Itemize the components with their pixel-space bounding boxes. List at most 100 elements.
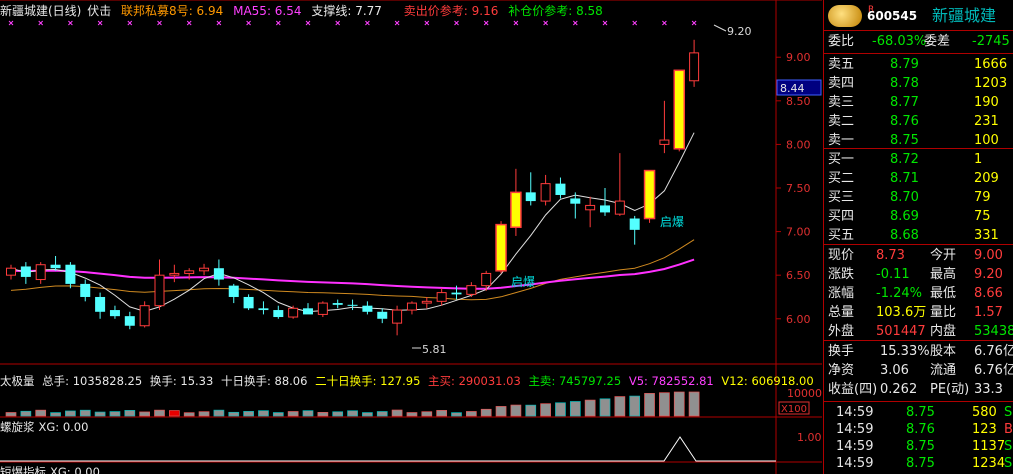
volume-ten-day-value: 88.06 [274,374,308,388]
bid-row: 买二 8.71 209 [824,168,1013,189]
stock-title: 新疆城建(日线) [0,4,82,18]
ask-row: 卖五 8.79 1666 [824,54,1013,75]
candle-body-down [273,310,284,318]
indicator3-label: XG [50,465,67,474]
buy-ref-label-text: 补仓价参考 [508,4,569,18]
ask-row: 卖二 8.76 231 [824,111,1013,132]
volume-main-buy-value: 290031.03 [458,374,521,388]
candle-body-down [629,218,640,230]
tick-list[interactable]: 14:59 8.75 580 S 14:59 8.76 123 B 14:59 8.75 1137 S… [824,402,1013,474]
volume-twenty-day-value: 127.95 [380,374,421,388]
finance-list: 换手 15.33% 股本 6.76亿 净资 3.06 流通 6.76亿 收益(四) 0.262 PE… [824,341,1013,401]
candlesticks[interactable] [6,39,700,336]
candle-body-down [80,283,91,297]
volume-main-buy: 主买: 290031.03 [428,374,521,388]
ask-price: 8.78 [890,76,919,91]
volume-bar [169,410,180,417]
finance-value-2: 6.76亿 [974,344,1013,359]
stat-value-2: 1.57 [974,305,1003,320]
candle-body-up [199,267,210,272]
price-axis-label: 9.00 [786,51,811,64]
candle-body-down [332,303,343,305]
moving-averages [10,132,695,313]
indicator2-axis: 1.00 [797,431,822,444]
finance-value: 3.06 [880,363,909,378]
high-price-label: 9.20 [727,25,752,38]
signal-x-marker [127,20,133,26]
indicator2-value: 0.00 [62,420,89,434]
ask-price: 8.76 [890,114,919,129]
indicator2-name[interactable]: 螺旋浆 [0,420,35,434]
volume-bar [599,398,611,417]
weibi-row: 委比 -68.03% 委差 -2745 [824,31,1013,52]
stat-value: 501447 [876,324,926,339]
indicator3-legend: 短爆指标 XG: 0.00 [0,464,106,474]
stat-row: 现价 8.73 今开 9.00 [824,245,1013,266]
indicator3-name[interactable]: 短爆指标 [0,465,46,474]
candle-body-down [570,198,581,204]
volume-bar [659,392,670,417]
candle-body-breakout [673,69,685,150]
signal-x-marker [8,20,14,26]
logo-icon [828,5,862,27]
volume-bar [94,411,106,417]
formula-mode[interactable]: 伏击 [87,4,111,18]
volume-bar [376,411,388,417]
candle-body-down [362,305,373,312]
bid-price: 8.68 [890,228,919,243]
volume-twenty-day-label: 二十日换手 [315,374,373,388]
price-axis-label: 6.50 [786,269,811,282]
candle-body-down [50,264,61,269]
candle-body-down [303,308,313,315]
volume-indicator-name[interactable]: 太极量 [0,374,35,388]
bid-row: 买一 8.72 1 [824,149,1013,170]
ask-volume: 190 [974,95,999,110]
candle-body-up [421,300,432,304]
volume-total-value: 1035828.25 [72,374,143,388]
ma-orange-line [10,239,695,301]
high-price-pointer [713,24,727,32]
volume-twenty-day: 二十日换手: 127.95 [315,374,421,388]
signal-x-marker [483,20,489,26]
ma55-value: 6.54 [274,4,302,18]
kline-chart-area[interactable]: 9.00 8.50 8.00 7.50 7.00 6.50 6.00 8.44 9.20 5… [0,0,822,474]
volume-bar [688,391,700,417]
price-axis-label: 7.50 [786,182,811,195]
candle-body-down [20,266,31,277]
volume-v12-label: V12 [721,374,744,388]
volume-bar [347,410,358,417]
signal-x-marker [335,20,341,26]
volume-ten-day: 十日换手: 88.06 [220,374,308,388]
volume-total: 总手: 1035828.25 [42,374,143,388]
price-axis-label: 6.00 [786,313,811,326]
signal-x-marker [365,20,370,26]
signal-x-marker [602,20,608,26]
candle-body-breakout [495,223,507,272]
volume-turnover-value: 15.33 [180,374,214,388]
signal-x-marker [394,20,400,26]
candle-body-up [659,139,670,145]
volume-axis-unit: X100 [781,404,807,415]
ind1-label-text: 联邦私募8号 [121,4,189,18]
volume-bar [540,403,551,417]
volume-main-sell-value: 745797.25 [558,374,622,388]
candle-body-up [585,204,596,211]
volume-bars[interactable] [5,391,700,417]
buy-ref-value: 8.58 [576,4,603,18]
signal-x-marker [454,20,459,26]
candle-body-up [540,183,551,202]
kline-chart-svg[interactable]: 9.00 8.50 8.00 7.50 7.00 6.50 6.00 8.44 9.20 5… [0,0,822,474]
bid-price: 8.70 [890,190,919,205]
indicator2-legend: 螺旋浆 XG: 0.00 [0,420,89,434]
candle-body-down [555,183,566,195]
volume-total-label: 总手 [42,374,66,388]
volume-bar [332,411,344,417]
ind1-label: 联邦私募8号: 6.94 [121,4,224,18]
stat-value-2: 9.00 [974,248,1003,263]
finance-label: 净资 [828,363,855,378]
bid-list: 买一 8.72 1 买二 8.71 209 买三 8.70 79 买四 8.69 75 买五 8.68 33… [824,149,1013,244]
stat-value: -1.24% [876,286,922,301]
candle-body-up [139,305,150,327]
finance-row: 净资 3.06 流通 6.76亿 [824,360,1013,381]
volume-bar [35,409,47,417]
